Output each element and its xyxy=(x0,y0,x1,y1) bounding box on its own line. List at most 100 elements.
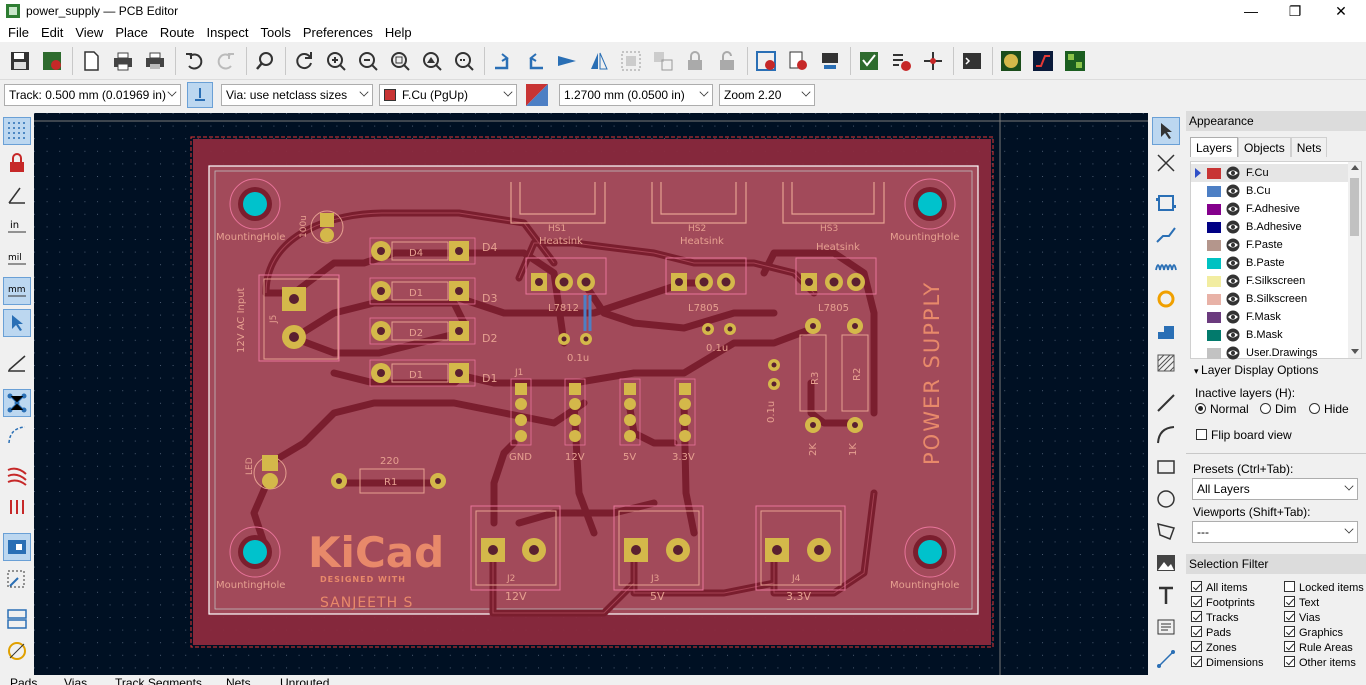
menu-help[interactable]: Help xyxy=(379,25,418,40)
mirror-button[interactable] xyxy=(585,46,613,76)
track-width-select[interactable]: Track: 0.500 mm (0.01969 in) xyxy=(4,84,181,106)
visibility-eye-icon[interactable] xyxy=(1226,292,1240,306)
auto-track-width-toggle[interactable] xyxy=(187,82,213,108)
draw-arc-button[interactable] xyxy=(1152,421,1180,449)
tab-objects[interactable]: Objects xyxy=(1238,137,1291,157)
ungroup-button[interactable] xyxy=(649,46,677,76)
layer-color-swatch[interactable] xyxy=(1207,185,1221,197)
visibility-eye-icon[interactable] xyxy=(1226,346,1240,360)
unlock-button[interactable] xyxy=(713,46,741,76)
scripting-console-button[interactable] xyxy=(958,46,986,76)
layer-pair-button[interactable] xyxy=(523,80,551,110)
menu-route[interactable]: Route xyxy=(154,25,201,40)
route-track-button[interactable] xyxy=(1152,221,1180,249)
inactive-dim-radio[interactable]: Dim xyxy=(1260,402,1296,416)
undo-button[interactable] xyxy=(180,46,208,76)
add-keepout-button[interactable] xyxy=(1152,349,1180,377)
layer-color-swatch[interactable] xyxy=(1207,347,1221,359)
high-contrast-button[interactable] xyxy=(3,533,31,561)
menu-file[interactable]: File xyxy=(2,25,35,40)
polar-coords-button[interactable] xyxy=(3,181,31,209)
add-zone-button[interactable] xyxy=(1152,317,1180,345)
pcb-canvas[interactable]: MountingHole MountingHole MountingHole M… xyxy=(34,113,1148,675)
add-text-button[interactable] xyxy=(1152,581,1180,609)
filter-checkbox[interactable]: Pads xyxy=(1191,626,1231,639)
layer-row[interactable]: B.Cu xyxy=(1191,182,1349,200)
visibility-eye-icon[interactable] xyxy=(1226,202,1240,216)
zone-display-button[interactable] xyxy=(3,461,31,489)
plot-button[interactable] xyxy=(141,46,169,76)
menu-preferences[interactable]: Preferences xyxy=(297,25,379,40)
ratsnest-button[interactable] xyxy=(3,349,31,377)
layer-color-swatch[interactable] xyxy=(1207,329,1221,341)
layer-display-options-toggle[interactable]: ▾ Layer Display Options xyxy=(1194,363,1318,377)
visibility-eye-icon[interactable] xyxy=(1226,328,1240,342)
zoom-out-button[interactable] xyxy=(354,46,382,76)
menu-inspect[interactable]: Inspect xyxy=(201,25,255,40)
grid-toggle-button[interactable] xyxy=(3,117,31,145)
tab-nets[interactable]: Nets xyxy=(1290,137,1328,157)
footprint-editor-button[interactable] xyxy=(816,46,844,76)
draw-circle-button[interactable] xyxy=(1152,485,1180,513)
zoom-in-button[interactable] xyxy=(322,46,350,76)
filter-checkbox[interactable]: Dimensions xyxy=(1191,656,1263,669)
draw-line-button[interactable] xyxy=(1152,389,1180,417)
inactive-hide-radio[interactable]: Hide xyxy=(1309,402,1349,416)
layer-color-swatch[interactable] xyxy=(1207,293,1221,305)
lock-button[interactable] xyxy=(681,46,709,76)
layers-manager-button[interactable] xyxy=(3,605,31,633)
visibility-eye-icon[interactable] xyxy=(1226,220,1240,234)
add-image-button[interactable] xyxy=(1152,549,1180,577)
zoom-fit-button[interactable] xyxy=(386,46,414,76)
menu-place[interactable]: Place xyxy=(109,25,154,40)
add-textbox-button[interactable] xyxy=(1152,613,1180,641)
inactive-normal-radio[interactable]: Normal xyxy=(1195,402,1249,416)
filter-checkbox[interactable]: Text xyxy=(1284,596,1319,609)
layer-row[interactable]: F.Adhesive xyxy=(1191,200,1349,218)
router-button[interactable] xyxy=(919,46,947,76)
visibility-eye-icon[interactable] xyxy=(1226,184,1240,198)
layer-color-swatch[interactable] xyxy=(1207,275,1221,287)
filter-checkbox[interactable]: Locked items xyxy=(1284,581,1364,594)
zoom-select[interactable]: Zoom 2.20 xyxy=(719,84,815,106)
layer-row[interactable]: F.Cu xyxy=(1191,164,1349,182)
local-ratsnest-button[interactable] xyxy=(1152,149,1180,177)
tune-length-button[interactable] xyxy=(1152,253,1180,281)
scroll-up-arrow[interactable] xyxy=(1351,165,1359,170)
curved-ratsnest-button[interactable] xyxy=(3,421,31,449)
presets-select[interactable]: All Layers xyxy=(1192,478,1358,500)
net-inspector-button[interactable] xyxy=(3,565,31,593)
visibility-eye-icon[interactable] xyxy=(1226,166,1240,180)
filter-checkbox[interactable]: Vias xyxy=(1284,611,1320,624)
menu-tools[interactable]: Tools xyxy=(254,25,296,40)
visibility-eye-icon[interactable] xyxy=(1226,256,1240,270)
tab-layers[interactable]: Layers xyxy=(1190,137,1239,157)
grid-lock-button[interactable] xyxy=(3,149,31,177)
layer-color-swatch[interactable] xyxy=(1207,221,1221,233)
grid-select[interactable]: 1.2700 mm (0.0500 in) xyxy=(559,84,713,106)
draw-polygon-button[interactable] xyxy=(1152,517,1180,545)
add-dimension-button[interactable] xyxy=(1152,645,1180,673)
add-footprint-button[interactable] xyxy=(1152,189,1180,217)
board-setup-button[interactable] xyxy=(38,46,66,76)
page-settings-button[interactable] xyxy=(77,46,105,76)
filter-checkbox[interactable]: Zones xyxy=(1191,641,1237,654)
cursor-style-button[interactable] xyxy=(3,309,31,337)
viewports-select[interactable]: --- xyxy=(1192,521,1358,543)
filter-checkbox[interactable]: Other items xyxy=(1284,656,1356,669)
visibility-eye-icon[interactable] xyxy=(1226,310,1240,324)
netlist-button[interactable] xyxy=(752,46,780,76)
plugin-button-1[interactable] xyxy=(997,46,1025,76)
close-button[interactable]: ✕ xyxy=(1318,0,1364,22)
layer-row[interactable]: User.Drawings xyxy=(1191,344,1349,362)
layer-row[interactable]: B.Adhesive xyxy=(1191,218,1349,236)
layer-row[interactable]: F.Paste xyxy=(1191,236,1349,254)
layer-row[interactable]: F.Silkscreen xyxy=(1191,272,1349,290)
layer-row[interactable]: B.Silkscreen xyxy=(1191,290,1349,308)
flip-button[interactable] xyxy=(553,46,581,76)
refresh-button[interactable] xyxy=(290,46,318,76)
scroll-thumb[interactable] xyxy=(1350,178,1359,236)
layer-list-scrollbar[interactable] xyxy=(1348,162,1361,358)
layer-color-swatch[interactable] xyxy=(1207,167,1221,179)
units-inch-button[interactable]: in xyxy=(3,213,31,241)
